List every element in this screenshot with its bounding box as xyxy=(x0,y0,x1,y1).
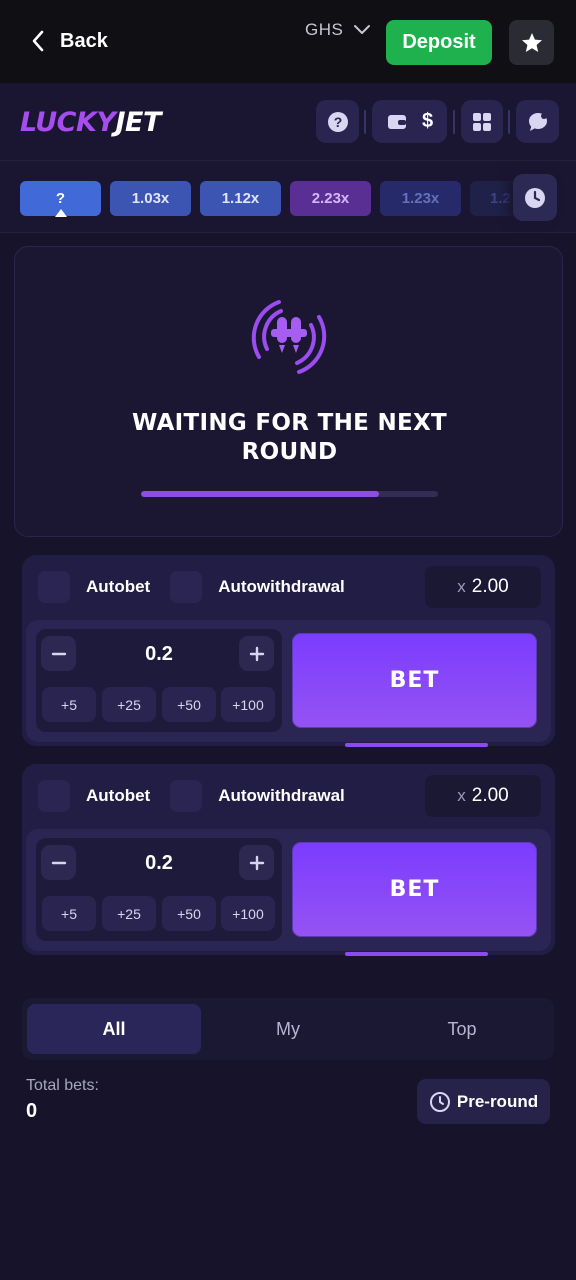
back-label: Back xyxy=(60,29,108,52)
question-icon: ? xyxy=(327,111,348,132)
header-divider xyxy=(364,110,366,134)
bet-controls: +5 +25 +50 +100 BET xyxy=(26,620,551,742)
jetpack-icon xyxy=(251,300,327,374)
decrease-amount-button[interactable] xyxy=(41,636,76,671)
autobet-toggle-row: Autobet Autowithdrawal xyxy=(38,780,345,812)
top-bar: Back GHS Deposit xyxy=(0,0,576,83)
multiplier-history: ? 1.03x 1.12x 2.23x 1.23x 1.2 xyxy=(0,161,576,233)
waiting-panel: WAITING FOR THE NEXT ROUND xyxy=(14,246,563,537)
header-divider xyxy=(453,110,455,134)
quick-amount-button[interactable]: +5 xyxy=(42,896,96,931)
bet-amount-input[interactable] xyxy=(96,848,222,878)
pre-round-button[interactable]: Pre-round xyxy=(417,1079,550,1124)
currency-selector[interactable]: GHS xyxy=(305,20,371,40)
pre-round-label: Pre-round xyxy=(456,1091,539,1111)
bets-tabs: All My Top xyxy=(22,998,554,1060)
total-bets-label: Total bets: xyxy=(26,1077,99,1094)
history-chip[interactable]: 1.12x xyxy=(200,181,281,216)
logo-part-lucky: LUCKY xyxy=(20,107,116,138)
multiplier-value: 2.00 xyxy=(471,785,509,806)
multiplier-prefix: x xyxy=(457,786,466,805)
multiplier-value: 2.00 xyxy=(471,576,509,597)
stake-control: +5 +25 +50 +100 xyxy=(36,629,282,732)
star-icon xyxy=(521,32,542,52)
wallet-button[interactable]: $ xyxy=(372,100,447,143)
increase-amount-button[interactable] xyxy=(239,845,274,880)
game-header: LUCKYJET ? $ xyxy=(0,83,576,161)
balance-symbol: $ xyxy=(421,110,434,132)
bet-panel-1: Autobet Autowithdrawal x 2.00 +5 +25 +50… xyxy=(22,555,555,747)
autowithdrawal-label: Autowithdrawal xyxy=(218,577,345,596)
clock-icon xyxy=(525,187,545,208)
quick-amount-button[interactable]: +25 xyxy=(102,896,156,931)
waiting-title-line2: ROUND xyxy=(241,439,338,465)
quick-amount-button[interactable]: +50 xyxy=(162,896,216,931)
history-button[interactable] xyxy=(513,174,557,221)
auto-multiplier-input[interactable]: x 2.00 xyxy=(425,775,541,817)
history-chip[interactable]: 2.23x xyxy=(290,181,371,216)
favorite-button[interactable] xyxy=(509,20,554,65)
chevron-left-icon xyxy=(32,30,44,52)
quick-amount-button[interactable]: +100 xyxy=(221,687,275,722)
history-chip[interactable]: 1.23x xyxy=(380,181,461,216)
clock-icon xyxy=(429,1091,450,1112)
quick-amount-button[interactable]: +100 xyxy=(221,896,275,931)
bet-button-glow xyxy=(345,952,488,956)
plus-icon xyxy=(249,855,264,870)
help-button[interactable]: ? xyxy=(316,100,359,143)
auto-multiplier-input[interactable]: x 2.00 xyxy=(425,566,541,608)
svg-text:?: ? xyxy=(333,114,342,130)
autobet-toggle[interactable] xyxy=(38,571,70,603)
total-bets-value: 0 xyxy=(26,1100,38,1122)
bet-panel-2: Autobet Autowithdrawal x 2.00 +5 +25 +50… xyxy=(22,764,555,956)
history-chip[interactable]: 1.03x xyxy=(110,181,191,216)
back-button[interactable]: Back xyxy=(28,26,108,56)
autowithdrawal-toggle[interactable] xyxy=(170,780,203,812)
bet-button[interactable]: BET xyxy=(289,839,540,940)
decrease-amount-button[interactable] xyxy=(41,845,76,880)
plus-icon xyxy=(249,646,264,661)
logo-part-jet: JET xyxy=(115,107,161,138)
deposit-button[interactable]: Deposit xyxy=(386,20,492,65)
stake-control: +5 +25 +50 +100 xyxy=(36,838,282,941)
chat-icon xyxy=(528,112,547,131)
tab-top[interactable]: Top xyxy=(375,1004,549,1054)
quick-amount-button[interactable]: +5 xyxy=(42,687,96,722)
tab-my[interactable]: My xyxy=(201,1004,375,1054)
multiplier-prefix: x xyxy=(457,577,466,596)
menu-grid-button[interactable] xyxy=(461,100,503,143)
tab-all[interactable]: All xyxy=(27,1004,201,1054)
waiting-title: WAITING FOR THE NEXT ROUND xyxy=(15,409,564,467)
history-chip-current[interactable]: ? xyxy=(20,181,101,217)
autobet-toggle[interactable] xyxy=(38,780,70,812)
autowithdrawal-toggle[interactable] xyxy=(170,571,203,603)
bet-controls: +5 +25 +50 +100 BET xyxy=(26,829,551,951)
autobet-label: Autobet xyxy=(86,577,151,596)
bet-button-glow xyxy=(345,743,488,747)
waiting-title-line1: WAITING FOR THE NEXT xyxy=(131,410,448,436)
round-progress-bar xyxy=(141,491,438,497)
autowithdrawal-label: Autowithdrawal xyxy=(218,786,345,805)
round-progress-fill xyxy=(141,491,379,497)
grid-icon xyxy=(473,112,491,131)
lucky-jet-logo: LUCKYJET xyxy=(20,107,161,138)
bet-button[interactable]: BET xyxy=(289,630,540,731)
chevron-down-icon xyxy=(354,25,371,34)
chat-button[interactable] xyxy=(516,100,559,143)
header-divider xyxy=(508,110,510,134)
currency-label: GHS xyxy=(305,20,344,39)
wallet-icon xyxy=(387,114,406,129)
bet-amount-input[interactable] xyxy=(96,639,222,669)
minus-icon xyxy=(51,861,66,864)
quick-amount-button[interactable]: +25 xyxy=(102,687,156,722)
autobet-toggle-row: Autobet Autowithdrawal xyxy=(38,571,345,603)
increase-amount-button[interactable] xyxy=(239,636,274,671)
autobet-label: Autobet xyxy=(86,786,151,805)
minus-icon xyxy=(51,652,66,655)
quick-amount-button[interactable]: +50 xyxy=(162,687,216,722)
